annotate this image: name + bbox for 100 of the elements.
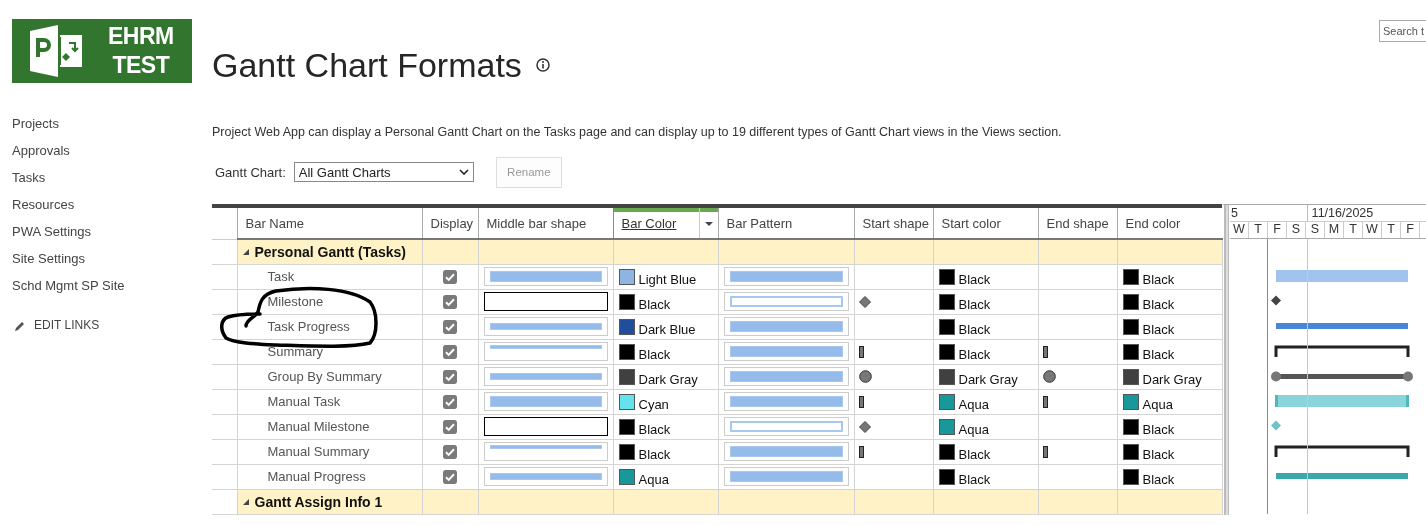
bar-pattern-swatch[interactable]: [723, 367, 849, 387]
color-label: Dark Gray: [1142, 371, 1202, 388]
timescale-day: T: [1382, 222, 1401, 238]
bar-pattern-swatch[interactable]: [723, 467, 849, 487]
edit-links-link[interactable]: EDIT LINKS: [34, 312, 100, 339]
color-label: Black: [958, 471, 991, 488]
color-label: Black: [1142, 296, 1175, 313]
bar-pattern-swatch[interactable]: [723, 442, 849, 462]
color-label: Black: [1142, 471, 1175, 488]
color-label: Black: [638, 421, 671, 438]
color-label: Aqua: [1142, 396, 1173, 413]
column-header[interactable]: Bar Pattern: [718, 206, 854, 239]
task-bar[interactable]: [1276, 270, 1408, 282]
checkbox[interactable]: [443, 469, 457, 484]
nav-link[interactable]: Projects: [12, 110, 59, 137]
color-label: Black: [1142, 271, 1175, 288]
bar-name: Manual Progress: [266, 469, 366, 485]
color-label: Black: [1142, 346, 1175, 363]
checkbox[interactable]: [443, 344, 457, 359]
timescale-day: S: [1306, 222, 1325, 238]
manual-task-bar[interactable]: [1275, 395, 1409, 407]
bar-name: Manual Task: [266, 394, 341, 410]
summary-bracket[interactable]: [1274, 445, 1410, 457]
pencil-icon: [14, 319, 26, 332]
color-label: Black: [958, 271, 991, 288]
color-label: Light Blue: [638, 271, 697, 288]
thin-task-bar[interactable]: [1276, 323, 1408, 329]
thin-task-bar[interactable]: [1276, 473, 1408, 479]
bar-pattern-swatch[interactable]: [723, 267, 849, 287]
logo-text: EHRM: [108, 22, 174, 51]
checkbox[interactable]: [443, 319, 457, 334]
checkbox[interactable]: [443, 394, 457, 409]
project-app-icon: [28, 23, 84, 79]
chevron-icon: [458, 169, 469, 175]
bar-name: Manual Summary: [266, 444, 370, 460]
nav-link[interactable]: Approvals: [12, 137, 70, 164]
timescale-day: T: [1249, 222, 1268, 238]
checkbox[interactable]: [443, 269, 457, 284]
color-label: Aqua: [958, 421, 989, 438]
bar-name: Task Progress: [266, 319, 350, 335]
color-label: Aqua: [638, 471, 669, 488]
group-name: Gantt Assign Info 1: [254, 493, 383, 510]
nav-link[interactable]: Tasks: [12, 164, 46, 191]
checkbox[interactable]: [443, 419, 457, 434]
search-field[interactable]: Search t: [1379, 20, 1426, 42]
color-label: Dark Gray: [958, 371, 1018, 388]
color-label: Dark Blue: [638, 321, 696, 338]
checkbox[interactable]: [443, 294, 457, 309]
collapse-icon[interactable]: [242, 498, 249, 505]
timescale-day: F: [1401, 222, 1420, 238]
collapse-icon[interactable]: [242, 248, 249, 255]
nav-link[interactable]: Schd Mgmt SP Site: [12, 272, 125, 299]
nav-link[interactable]: Site Settings: [12, 245, 85, 272]
field-label: Gantt Chart:: [215, 164, 286, 180]
column-header[interactable]: Middle bar shape: [478, 206, 613, 239]
column-header[interactable]: Bar Color: [613, 206, 718, 239]
column-header[interactable]: End shape: [1038, 206, 1117, 239]
bar-pattern-swatch[interactable]: [723, 292, 849, 312]
color-label: Black: [958, 296, 991, 313]
bar-name: Milestone: [266, 294, 324, 310]
timescale-day: W: [1363, 222, 1382, 238]
timescale-day: T: [1344, 222, 1363, 238]
column-header[interactable]: Start shape: [854, 206, 933, 239]
color-label: Dark Gray: [638, 371, 698, 388]
bar-pattern-swatch[interactable]: [723, 417, 849, 437]
column-header[interactable]: Bar Name: [237, 206, 422, 239]
bar-shape-swatch[interactable]: [483, 417, 608, 437]
color-label: Black: [638, 446, 671, 463]
column-header[interactable]: Start color: [933, 206, 1038, 239]
timescale-date: 11/16/2025: [1306, 205, 1426, 221]
color-label: Black: [1142, 446, 1175, 463]
site-logo[interactable]: EHRM TEST: [12, 19, 192, 83]
bar-pattern-swatch[interactable]: [723, 317, 849, 337]
nav-link[interactable]: Resources: [12, 191, 75, 218]
color-label: Black: [638, 346, 671, 363]
color-label: Black: [958, 446, 991, 463]
info-icon[interactable]: [535, 58, 550, 72]
description-text: Project Web App can display a Personal Gantt Chart on the Tasks page and can display up to 19 different types of Gantt Chart views in the Views section.: [212, 124, 1063, 140]
bar-name: Group By Summary: [266, 369, 382, 385]
column-header[interactable]: Display: [422, 206, 478, 239]
pane-splitter[interactable]: [1222, 204, 1230, 515]
bar-name: Summary: [266, 344, 324, 360]
column-header[interactable]: End color: [1117, 206, 1222, 239]
timescale-day: W: [1230, 222, 1249, 238]
summary-bracket[interactable]: [1274, 345, 1410, 357]
bar-name: Manual Milestone: [266, 419, 370, 435]
checkbox[interactable]: [443, 444, 457, 459]
nav-link[interactable]: PWA Settings: [12, 218, 91, 245]
color-label: Cyan: [638, 396, 669, 413]
bar-shape-swatch[interactable]: [483, 292, 608, 312]
timescale-day: M: [1325, 222, 1344, 238]
gantt-chart-dropdown[interactable]: All Gantt Charts: [293, 162, 474, 182]
bar-pattern-swatch[interactable]: [723, 342, 849, 362]
bar-pattern-swatch[interactable]: [723, 392, 849, 412]
checkbox[interactable]: [443, 369, 457, 384]
color-label: Black: [958, 321, 991, 338]
color-label: Black: [638, 296, 671, 313]
group-summary-bar[interactable]: [1271, 371, 1413, 382]
bar-name: Task: [266, 269, 295, 285]
milestone-diamond[interactable]: [1271, 295, 1281, 306]
